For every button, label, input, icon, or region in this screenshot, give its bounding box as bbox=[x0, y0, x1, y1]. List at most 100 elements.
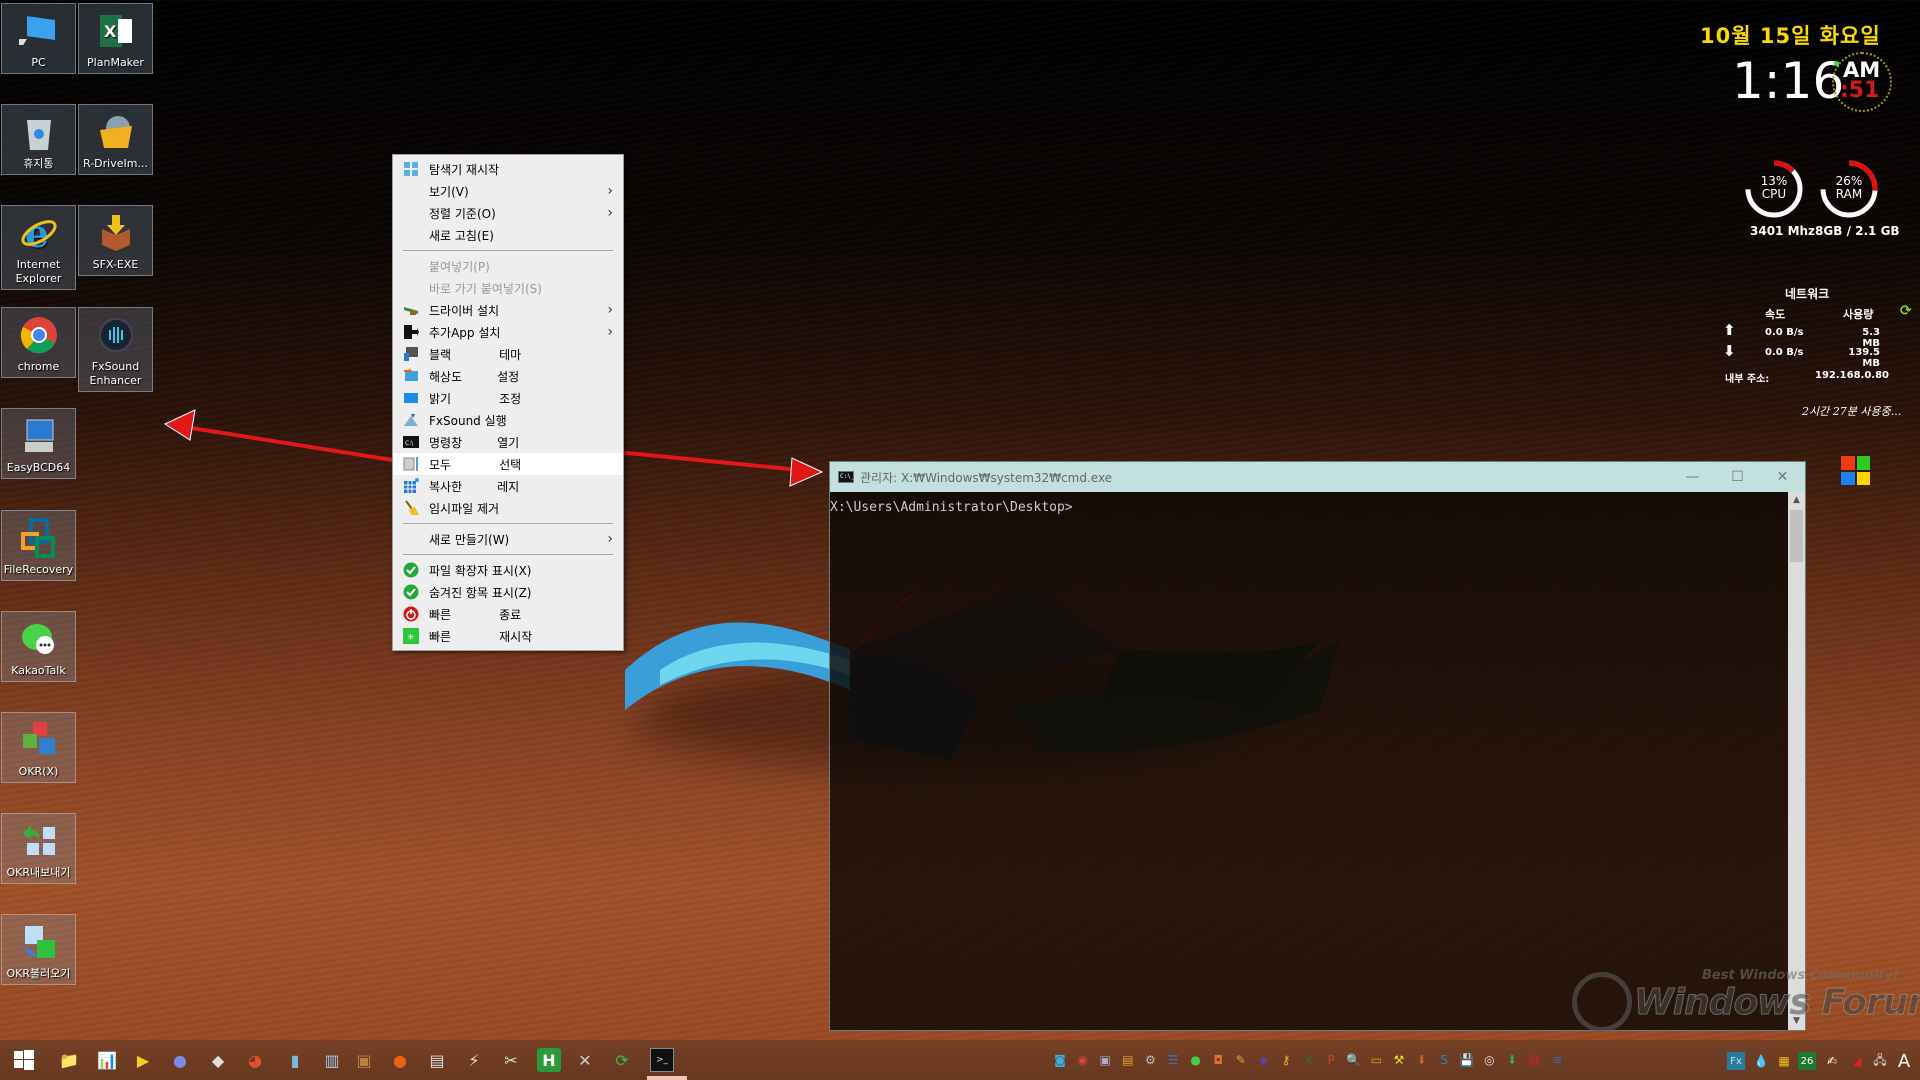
browser-check-icon[interactable]: ◕ bbox=[243, 1048, 267, 1072]
water-drop-icon[interactable]: 💧 bbox=[1752, 1052, 1770, 1070]
desktop-icon-label: 휴지통 bbox=[23, 157, 54, 170]
chrome-small-icon[interactable]: ◉ bbox=[1074, 1051, 1092, 1069]
desktop-icon-chrome[interactable]: chrome bbox=[1, 307, 76, 378]
menu-item-12[interactable]: FxSound 실행 bbox=[393, 409, 623, 431]
desktop-icon--[interactable]: 휴지통 bbox=[1, 104, 76, 175]
search-tool-icon[interactable]: 🔍 bbox=[1345, 1051, 1363, 1069]
menu-item-2[interactable]: 정렬 기준(O) › bbox=[393, 202, 623, 224]
menu-item-14[interactable]: 모두 선택 bbox=[393, 453, 623, 475]
menu-item-9[interactable]: 블랙 테마 bbox=[393, 343, 623, 365]
signal-icon[interactable]: ≋ bbox=[1548, 1051, 1566, 1069]
menu-item-1[interactable]: 보기(V) › bbox=[393, 180, 623, 202]
desktop-icon-sfx-exe[interactable]: SFX-EXE bbox=[78, 205, 153, 276]
fx-tray-icon[interactable]: Fx bbox=[1727, 1052, 1745, 1070]
cmd-taskbar-icon[interactable]: >_ bbox=[650, 1048, 674, 1072]
minimize-button[interactable]: — bbox=[1670, 462, 1715, 492]
menu-item-18[interactable]: 새로 만들기(W) › bbox=[393, 528, 623, 550]
copy-windows-icon[interactable]: ▤ bbox=[1119, 1051, 1137, 1069]
desktop-icon-planmaker[interactable]: X PlanMaker bbox=[78, 3, 153, 74]
equalizer-icon[interactable]: ▦ bbox=[1775, 1052, 1793, 1070]
cd-icon[interactable]: ◎ bbox=[1480, 1051, 1498, 1069]
app-blue-icon[interactable]: ◙ bbox=[1051, 1051, 1069, 1069]
start-button[interactable] bbox=[12, 1048, 36, 1072]
desktop-icon-easybcd64[interactable]: EasyBCD64 bbox=[1, 408, 76, 479]
menu-item-8[interactable]: 추가App 설치 › bbox=[393, 321, 623, 343]
floppy-tool-icon[interactable]: ◆ bbox=[206, 1048, 230, 1072]
network-refresh-icon[interactable]: ⟳ bbox=[1900, 303, 1912, 319]
remote-tools-icon[interactable]: ✂ bbox=[499, 1048, 523, 1072]
notebook-icon[interactable]: ▮ bbox=[283, 1048, 307, 1072]
menu-item-0[interactable]: 탐색기 재시작 bbox=[393, 158, 623, 180]
cmd-console[interactable]: X:\Users\Administrator\Desktop> ▲ ▼ bbox=[830, 492, 1805, 1030]
file-explorer-icon[interactable]: 📁 bbox=[57, 1048, 81, 1072]
menu-item-13[interactable]: C:\ 명령창 열기 bbox=[393, 431, 623, 453]
desktop-icon-label: FileRecovery bbox=[3, 563, 74, 576]
submenu-chevron-icon: › bbox=[607, 531, 613, 547]
drawer-icon[interactable]: ▭ bbox=[1367, 1051, 1385, 1069]
menu-item-11[interactable]: 밝기 조정 bbox=[393, 387, 623, 409]
menu-item-21[interactable]: 숨겨진 항목 표시(Z) bbox=[393, 581, 623, 603]
menu-item-20[interactable]: 파일 확장자 표시(X) bbox=[393, 559, 623, 581]
system-monitor-icon[interactable]: 📊 bbox=[95, 1048, 119, 1072]
sync-blue-icon[interactable]: S bbox=[1435, 1051, 1453, 1069]
kakao-small-icon[interactable]: ● bbox=[1187, 1051, 1205, 1069]
desktop-icon-okr-[interactable]: OKR불러오기 bbox=[1, 914, 76, 985]
refresh-green-icon[interactable]: ⟳ bbox=[610, 1048, 634, 1072]
menu-item-label: 추가App 설치 bbox=[429, 325, 501, 340]
network-tray-icon[interactable]: 🖧 bbox=[1871, 1052, 1889, 1070]
volume-meter-icon[interactable]: ◢ bbox=[1848, 1052, 1866, 1070]
unpack-icon[interactable]: ⬇ bbox=[1413, 1051, 1431, 1069]
desktop-icon-pc[interactable]: PC bbox=[1, 3, 76, 74]
check-icon bbox=[403, 562, 419, 578]
menu-item-22[interactable]: 빠른 종료 bbox=[393, 603, 623, 625]
maximize-button[interactable]: ☐ bbox=[1715, 462, 1760, 492]
microsoft-logo-icon[interactable] bbox=[1841, 456, 1870, 485]
menu-item-23[interactable]: ✳ 빠른 재시작 bbox=[393, 625, 623, 647]
tools-icon[interactable]: ✕ bbox=[573, 1048, 597, 1072]
key-icon[interactable]: ⚷ bbox=[1277, 1051, 1295, 1069]
calendar-tray-icon[interactable]: 26 bbox=[1798, 1052, 1816, 1070]
edit-pen-icon[interactable]: ✎ bbox=[1232, 1051, 1250, 1069]
menu-item-3[interactable]: 새로 고침(E) bbox=[393, 224, 623, 246]
desktop-icon-okr-[interactable]: OKR내보내기 bbox=[1, 813, 76, 884]
bird-icon[interactable]: ◆ bbox=[1254, 1051, 1272, 1069]
pc-setup-icon[interactable]: ▥ bbox=[320, 1048, 344, 1072]
menu-item-10[interactable]: 해상도 설정 bbox=[393, 365, 623, 387]
desktop-icon-r-driveim-[interactable]: R-DriveIm... bbox=[78, 104, 153, 175]
desktop-icon-kakaotalk[interactable]: KakaoTalk bbox=[1, 611, 76, 682]
excel-icon[interactable]: X bbox=[1300, 1051, 1318, 1069]
install-green-icon[interactable]: ⬇ bbox=[1503, 1051, 1521, 1069]
close-button[interactable]: ✕ bbox=[1760, 462, 1805, 492]
hammer-icon[interactable]: ⚒ bbox=[1390, 1051, 1408, 1069]
disk-drive-icon[interactable]: ▤ bbox=[425, 1048, 449, 1072]
app-orange-icon[interactable]: ◘ bbox=[1209, 1051, 1227, 1069]
orange-ball-icon[interactable]: ● bbox=[388, 1048, 412, 1072]
desktop-icon-fxsound-enhancer[interactable]: FxSound Enhancer bbox=[78, 307, 153, 392]
desktop-icon-internet-explorer[interactable]: e Internet Explorer bbox=[1, 205, 76, 290]
scroll-up-icon[interactable]: ▲ bbox=[1788, 492, 1805, 509]
cmd-titlebar[interactable]: C:\_ 관리자: X:₩Windows₩system32₩cmd.exe — … bbox=[830, 462, 1805, 492]
arrow-left-head bbox=[163, 409, 196, 441]
menu-item-16[interactable]: 임시파일 제거 bbox=[393, 497, 623, 519]
h-app-icon[interactable]: H bbox=[537, 1048, 561, 1072]
cmd-scrollbar[interactable]: ▲ ▼ bbox=[1788, 492, 1805, 1030]
powerpoint-icon[interactable]: P bbox=[1322, 1051, 1340, 1069]
pc-network-icon[interactable]: ▣ bbox=[1096, 1051, 1114, 1069]
media-disc-icon[interactable]: ● bbox=[168, 1048, 192, 1072]
menu-item-15[interactable]: 복사한 레지 bbox=[393, 475, 623, 497]
installer-box-icon[interactable]: ▣ bbox=[352, 1048, 376, 1072]
desktop-icon-okr-x-[interactable]: OKR(X) bbox=[1, 712, 76, 783]
shield-red-icon[interactable]: @ bbox=[1526, 1051, 1544, 1069]
ime-indicator[interactable]: A bbox=[1895, 1051, 1913, 1072]
uptime-text: 2시간 27분 사용중... bbox=[1802, 405, 1902, 418]
player-icon[interactable]: ▶ bbox=[131, 1048, 155, 1072]
usb-boot-icon[interactable]: ☰ bbox=[1164, 1051, 1182, 1069]
flash-tool-icon[interactable]: ⚡ bbox=[462, 1048, 486, 1072]
menu-item-label-2: 종료 bbox=[499, 607, 522, 622]
pen-tray-icon[interactable]: ✍ bbox=[1823, 1052, 1841, 1070]
scroll-thumb[interactable] bbox=[1790, 510, 1803, 562]
save-disk-icon[interactable]: 💾 bbox=[1458, 1051, 1476, 1069]
desktop-icon-filerecovery[interactable]: FileRecovery bbox=[1, 510, 76, 581]
driver-car-icon[interactable]: ⚙ bbox=[1141, 1051, 1159, 1069]
menu-item-7[interactable]: 드라이버 설치 › bbox=[393, 299, 623, 321]
